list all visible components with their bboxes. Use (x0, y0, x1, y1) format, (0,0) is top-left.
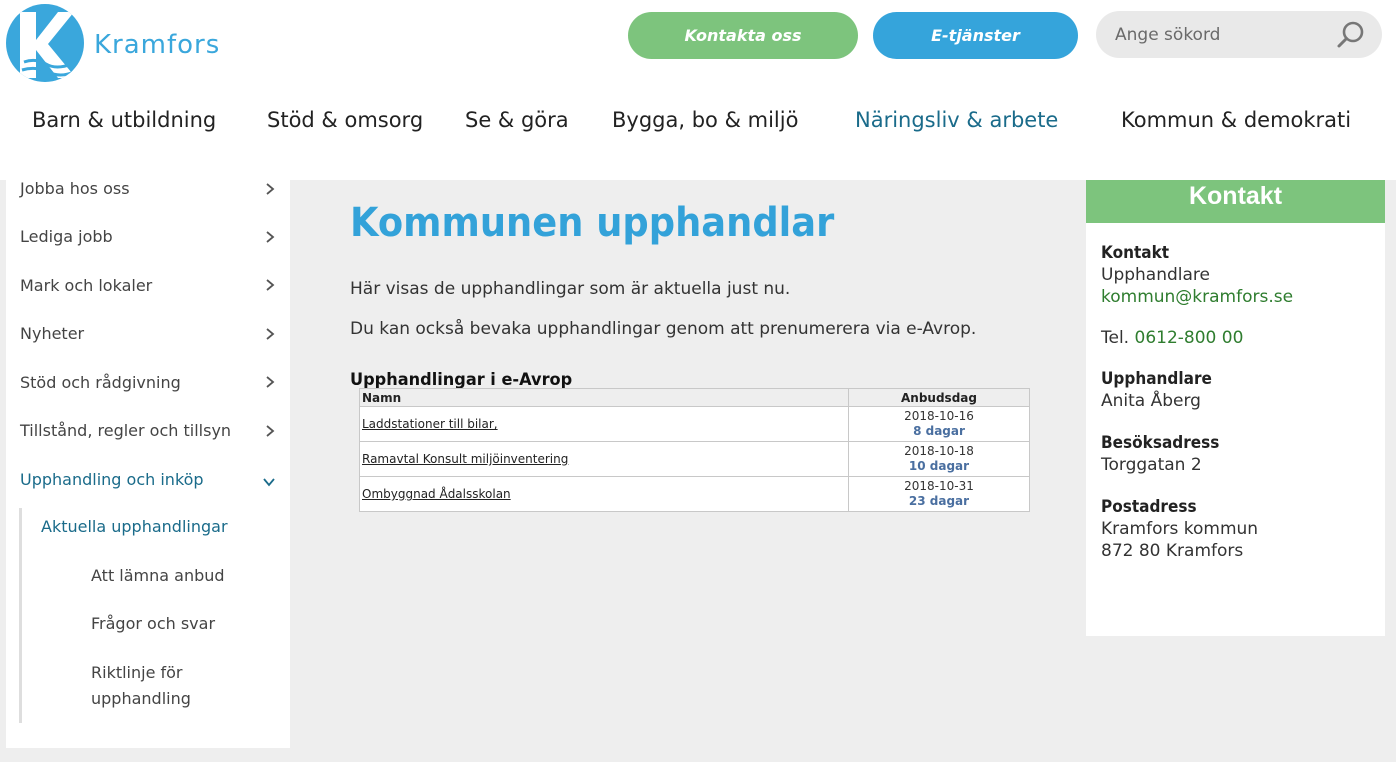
search-input[interactable] (1115, 24, 1325, 45)
buyer-name: Anita Åberg (1101, 391, 1201, 411)
kramfors-logo-icon (6, 4, 84, 82)
intro-paragraph: Här visas de upphandlingar som är aktuel… (350, 279, 791, 299)
deadline-date: 2018-10-16 (904, 409, 974, 423)
nav-item-kommun-demokrati[interactable]: Kommun & demokrati (1121, 108, 1351, 132)
sidebar-subitem-fragor-svar[interactable]: Frågor och svar (91, 611, 215, 637)
contact-phone: Tel. 0612-800 00 (1101, 328, 1243, 348)
contact-role: Upphandlare (1101, 265, 1210, 285)
contact-label: Kontakt (1101, 243, 1170, 263)
procurement-link[interactable]: Laddstationer till bilar, (362, 417, 498, 431)
table-header-row: Namn Anbudsdag (359, 388, 1030, 407)
phone-prefix: Tel. (1101, 328, 1130, 348)
contact-box: Kontakt Kontakt Upphandlare kommun@kramf… (1086, 180, 1385, 636)
procurement-link[interactable]: Ombyggnad Ådalsskolan (362, 487, 511, 501)
buyer-label: Upphandlare (1101, 369, 1212, 389)
procurement-table: Namn Anbudsdag Laddstationer till bilar,… (359, 388, 1030, 512)
deadline-date: 2018-10-31 (904, 479, 974, 493)
table-row: Laddstationer till bilar, 2018-10-16 8 d… (359, 406, 1030, 442)
sidebar-subitem-lamna-anbud[interactable]: Att lämna anbud (91, 563, 225, 589)
postal-address-line1: Kramfors kommun (1101, 519, 1259, 539)
procurement-name-cell: Laddstationer till bilar, (359, 406, 849, 442)
column-header-name: Namn (359, 388, 849, 407)
site-logo[interactable]: Kramfors (6, 4, 220, 82)
logo-name: Kramfors (94, 30, 221, 60)
chevron-right-icon[interactable] (264, 425, 276, 437)
nav-item-stod-omsorg[interactable]: Stöd & omsorg (267, 108, 423, 132)
e-services-button[interactable]: E-tjänster (873, 12, 1078, 59)
sidebar-subitem-riktlinje[interactable]: Riktlinje för upphandling (91, 660, 221, 712)
days-remaining: 23 dagar (908, 494, 970, 508)
phone-link[interactable]: 0612-800 00 (1135, 328, 1244, 348)
table-row: Ramavtal Konsult miljöinventering 2018-1… (359, 441, 1030, 477)
sidebar-item-upphandling-inkop[interactable]: Upphandling och inköp (20, 470, 204, 489)
days-remaining: 10 dagar (908, 459, 970, 473)
sidebar-item-nyheter[interactable]: Nyheter (20, 324, 84, 343)
procurement-name-cell: Ramavtal Konsult miljöinventering (359, 441, 849, 477)
deadline-cell: 2018-10-31 23 dagar (848, 476, 1030, 512)
contact-heading: Kontakt (1086, 180, 1385, 223)
sidebar-item-lediga-jobb[interactable]: Lediga jobb (20, 227, 113, 246)
sidebar-item-tillstand[interactable]: Tillstånd, regler och tillsyn (20, 421, 231, 440)
visit-address: Torggatan 2 (1101, 455, 1202, 475)
deadline-date: 2018-10-18 (904, 444, 974, 458)
submenu-divider (19, 508, 22, 723)
chevron-right-icon[interactable] (264, 328, 276, 340)
postal-address-label: Postadress (1101, 497, 1197, 517)
contact-email-link[interactable]: kommun@kramfors.se (1101, 287, 1293, 307)
sidebar-item-mark-lokaler[interactable]: Mark och lokaler (20, 276, 152, 295)
chevron-down-icon[interactable] (263, 476, 275, 488)
sidebar-menu: Jobba hos oss Lediga jobb Mark och lokal… (6, 179, 290, 748)
nav-item-naringsliv-arbete[interactable]: Näringsliv & arbete (855, 108, 1058, 132)
days-remaining: 8 dagar (913, 424, 965, 438)
sidebar-item-jobba-hos-oss[interactable]: Jobba hos oss (20, 179, 130, 198)
chevron-right-icon[interactable] (264, 231, 276, 243)
subscribe-paragraph: Du kan också bevaka upphandlingar genom … (350, 319, 977, 339)
procurement-link[interactable]: Ramavtal Konsult miljöinventering (362, 452, 568, 466)
chevron-right-icon[interactable] (264, 376, 276, 388)
visit-address-label: Besöksadress (1101, 433, 1220, 453)
chevron-right-icon[interactable] (264, 183, 276, 195)
site-header: Kramfors Kontakta oss E-tjänster Barn & … (0, 0, 1396, 180)
main-navigation: Barn & utbildning Stöd & omsorg Se & gör… (0, 108, 1396, 148)
sidebar-item-aktuella-upphandlingar[interactable]: Aktuella upphandlingar (41, 517, 228, 536)
deadline-cell: 2018-10-16 8 dagar (848, 406, 1030, 442)
nav-item-se-gora[interactable]: Se & göra (465, 108, 569, 132)
procurement-name-cell: Ombyggnad Ådalsskolan (359, 476, 849, 512)
postal-address-line2: 872 80 Kramfors (1101, 541, 1244, 561)
search-icon[interactable] (1336, 20, 1366, 50)
section-title: Upphandlingar i e-Avrop (350, 370, 573, 390)
deadline-cell: 2018-10-18 10 dagar (848, 441, 1030, 477)
column-header-date: Anbudsdag (848, 388, 1030, 407)
nav-item-barn-utbildning[interactable]: Barn & utbildning (32, 108, 216, 132)
table-row: Ombyggnad Ådalsskolan 2018-10-31 23 daga… (359, 476, 1030, 512)
search-bar (1096, 11, 1382, 58)
chevron-right-icon[interactable] (264, 279, 276, 291)
sidebar-item-stod-radgivning[interactable]: Stöd och rådgivning (20, 373, 181, 392)
contact-us-button[interactable]: Kontakta oss (628, 12, 858, 59)
page-title: Kommunen upphandlar (350, 200, 835, 246)
nav-item-bygga-bo-miljo[interactable]: Bygga, bo & miljö (612, 108, 798, 132)
